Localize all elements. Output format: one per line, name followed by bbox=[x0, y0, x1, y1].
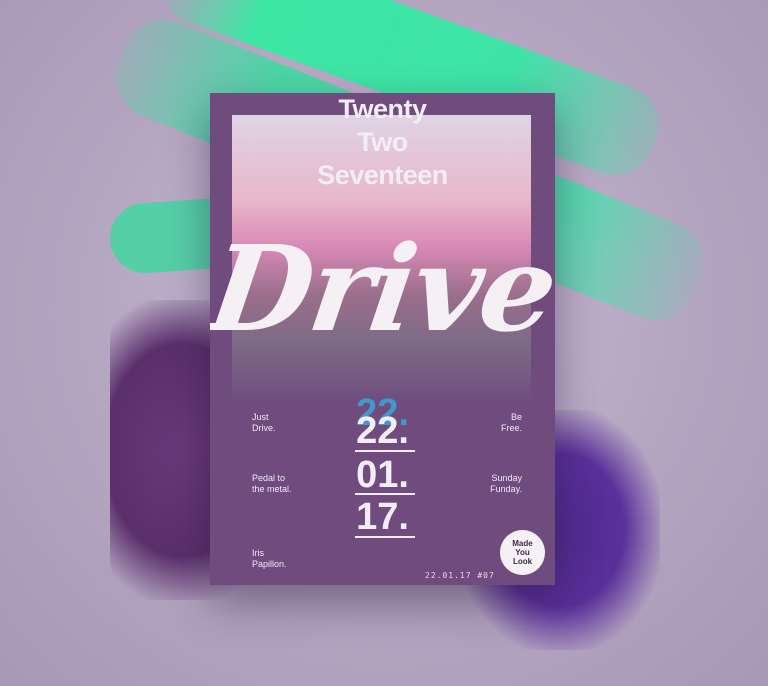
author-credit: Iris Papillon. bbox=[252, 548, 287, 570]
date-rule bbox=[355, 536, 415, 538]
date-year: 17. bbox=[356, 496, 409, 538]
badge-line: Look bbox=[512, 557, 533, 566]
headline: Drive bbox=[210, 219, 555, 358]
date-day: 22. bbox=[356, 410, 409, 452]
made-you-look-badge: Made You Look bbox=[500, 530, 545, 575]
author-line: Papillon. bbox=[252, 559, 287, 569]
badge-line: You bbox=[515, 548, 530, 557]
title-line: Two bbox=[357, 127, 408, 157]
poster-footer: 22.01.17 #07 bbox=[425, 571, 495, 580]
poster-title: Twenty Two Seventeen bbox=[210, 93, 555, 192]
title-line: Twenty bbox=[338, 94, 427, 124]
badge-line: Made bbox=[512, 539, 533, 548]
date-rule bbox=[355, 493, 415, 495]
title-line: Seventeen bbox=[317, 160, 448, 190]
poster: Twenty Two Seventeen Drive Just Drive. B… bbox=[210, 93, 555, 585]
date-month: 01. bbox=[356, 454, 409, 496]
author-line: Iris bbox=[252, 548, 264, 558]
date-rule bbox=[355, 450, 415, 452]
